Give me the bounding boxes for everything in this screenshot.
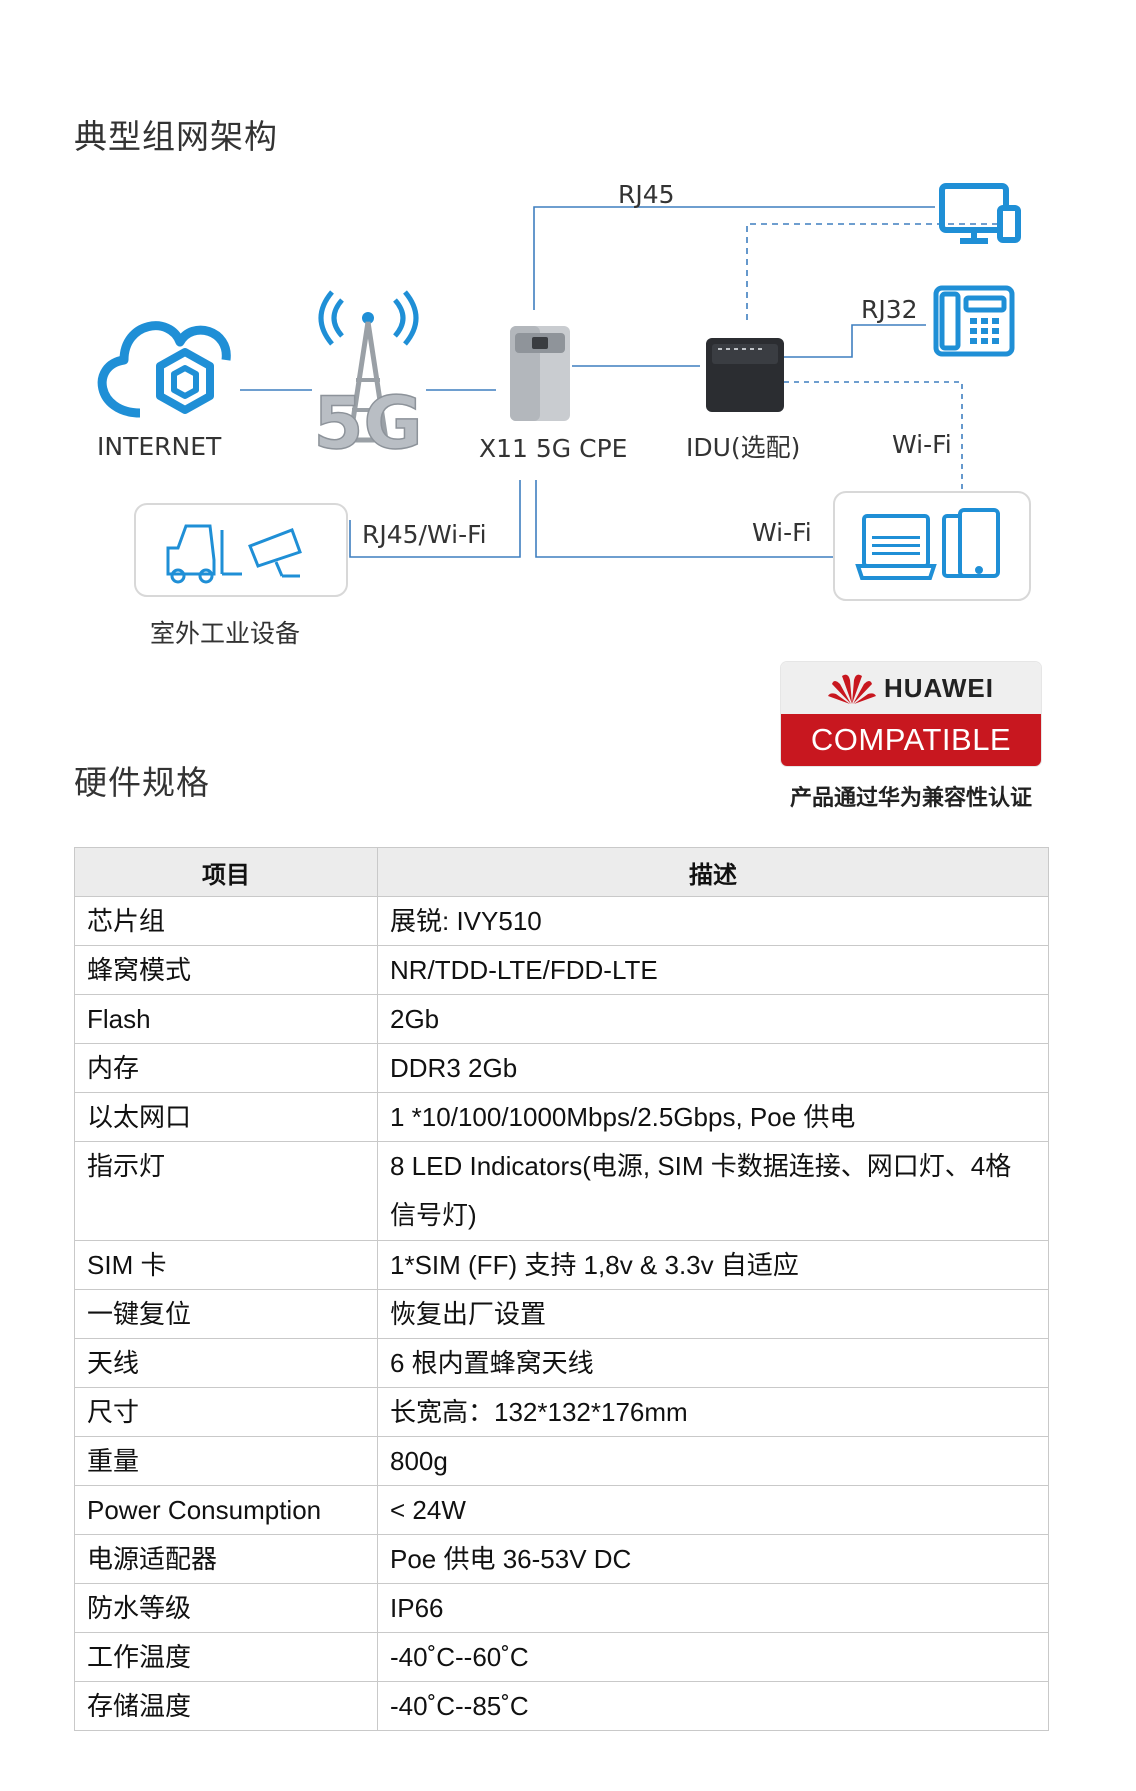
spec-item: 蜂窝模式: [74, 945, 378, 995]
spec-item: 以太网口: [74, 1092, 378, 1142]
rj45-top-label: RJ45: [618, 180, 675, 209]
table-header-row: 项目 描述: [74, 847, 1049, 897]
table-row: 存储温度 -40˚C--85˚C: [74, 1681, 1049, 1731]
table-row: 尺寸 长宽高：132*132*176mm: [74, 1387, 1049, 1437]
spec-value: NR/TDD-LTE/FDD-LTE: [377, 945, 1049, 995]
desktop-icon: [939, 183, 1021, 244]
badge-compatible: COMPATIBLE: [781, 714, 1041, 766]
spec-item: 存储温度: [74, 1681, 378, 1731]
table-row: 内存 DDR3 2Gb: [74, 1043, 1049, 1093]
spec-item: 重量: [74, 1436, 378, 1486]
table-row: 工作温度 -40˚C--60˚C: [74, 1632, 1049, 1682]
spec-value: -40˚C--60˚C: [377, 1632, 1049, 1682]
idu-label: IDU(选配): [686, 433, 801, 462]
spec-item: 天线: [74, 1338, 378, 1388]
outdoor-equipment-label: 室外工业设备: [150, 619, 301, 648]
spec-value: 2Gb: [377, 994, 1049, 1044]
cpe-device-icon: [510, 326, 570, 421]
5g-tower-text: 5G: [313, 381, 422, 465]
spec-item: 防水等级: [74, 1583, 378, 1633]
spec-value: -40˚C--85˚C: [377, 1681, 1049, 1731]
spec-item: 芯片组: [74, 896, 378, 946]
spec-value: 800g: [377, 1436, 1049, 1486]
telephone-icon: [933, 285, 1015, 357]
spec-value: 8 LED Indicators(电源, SIM 卡数据连接、网口灯、4格信号灯…: [377, 1141, 1049, 1241]
table-row: Power Consumption < 24W: [74, 1485, 1049, 1535]
spec-value: IP66: [377, 1583, 1049, 1633]
spec-item: SIM 卡: [74, 1240, 378, 1290]
column-header: 描述: [377, 847, 1049, 897]
spec-item: 指示灯: [74, 1141, 378, 1241]
table-row: SIM 卡 1*SIM (FF) 支持 1,8v & 3.3v 自适应: [74, 1240, 1049, 1290]
5g-tower-icon: 5G: [313, 290, 423, 466]
badge-brand: HUAWEI: [884, 672, 994, 703]
table-row: 以太网口 1 *10/100/1000Mbps/2.5Gbps, Poe 供电: [74, 1092, 1049, 1142]
spec-item: 工作温度: [74, 1632, 378, 1682]
hardware-title: 硬件规格: [74, 763, 210, 802]
spec-item: Flash: [74, 994, 378, 1044]
spec-value: 1*SIM (FF) 支持 1,8v & 3.3v 自适应: [377, 1240, 1049, 1290]
table-row: 天线 6 根内置蜂窝天线: [74, 1338, 1049, 1388]
wifi-bottom-label: Wi-Fi: [752, 518, 812, 547]
spec-item: 一键复位: [74, 1289, 378, 1339]
spec-value: 长宽高：132*132*176mm: [377, 1387, 1049, 1437]
rj45-wifi-label: RJ45/Wi-Fi: [362, 520, 487, 549]
internet-label: INTERNET: [97, 432, 222, 461]
spec-value: DDR3 2Gb: [377, 1043, 1049, 1093]
spec-value: < 24W: [377, 1485, 1049, 1535]
column-header: 项目: [74, 847, 378, 897]
spec-item: 内存: [74, 1043, 378, 1093]
rj32-label: RJ32: [861, 295, 918, 324]
wifi-right-label: Wi-Fi: [892, 430, 952, 459]
spec-value: 6 根内置蜂窝天线: [377, 1338, 1049, 1388]
spec-value: Poe 供电 36-53V DC: [377, 1534, 1049, 1584]
spec-value: 1 *10/100/1000Mbps/2.5Gbps, Poe 供电: [377, 1092, 1049, 1142]
huawei-logo-icon: [828, 674, 876, 704]
network-diagram: 5G: [97, 183, 1031, 601]
spec-item: 电源适配器: [74, 1534, 378, 1584]
table-row: 防水等级 IP66: [74, 1583, 1049, 1633]
rj32-line: [784, 324, 926, 358]
table-row: Flash 2Gb: [74, 994, 1049, 1044]
table-row: 重量 800g: [74, 1436, 1049, 1486]
spec-table: 项目 描述 芯片组 展锐: IVY510 蜂窝模式 NR/TDD-LTE/FDD-L…: [74, 847, 1049, 1731]
table-row: 电源适配器 Poe 供电 36-53V DC: [74, 1534, 1049, 1584]
spec-value: 恢复出厂设置: [377, 1289, 1049, 1339]
spec-item: 尺寸: [74, 1387, 378, 1437]
table-row: 蜂窝模式 NR/TDD-LTE/FDD-LTE: [74, 945, 1049, 995]
huawei-compatible-badge: HUAWEI COMPATIBLE: [781, 662, 1041, 766]
table-row: 芯片组 展锐: IVY510: [74, 896, 1049, 946]
spec-item: Power Consumption: [74, 1485, 378, 1535]
idu-router-icon: [706, 338, 784, 412]
table-row: 指示灯 8 LED Indicators(电源, SIM 卡数据连接、网口灯、4格…: [74, 1141, 1049, 1241]
cloud-icon: [97, 321, 231, 418]
cpe-label: X11 5G CPE: [479, 434, 628, 463]
spec-value: 展锐: IVY510: [377, 896, 1049, 946]
badge-caption: 产品通过华为兼容性认证: [789, 786, 1032, 811]
table-row: 一键复位 恢复出厂设置: [74, 1289, 1049, 1339]
